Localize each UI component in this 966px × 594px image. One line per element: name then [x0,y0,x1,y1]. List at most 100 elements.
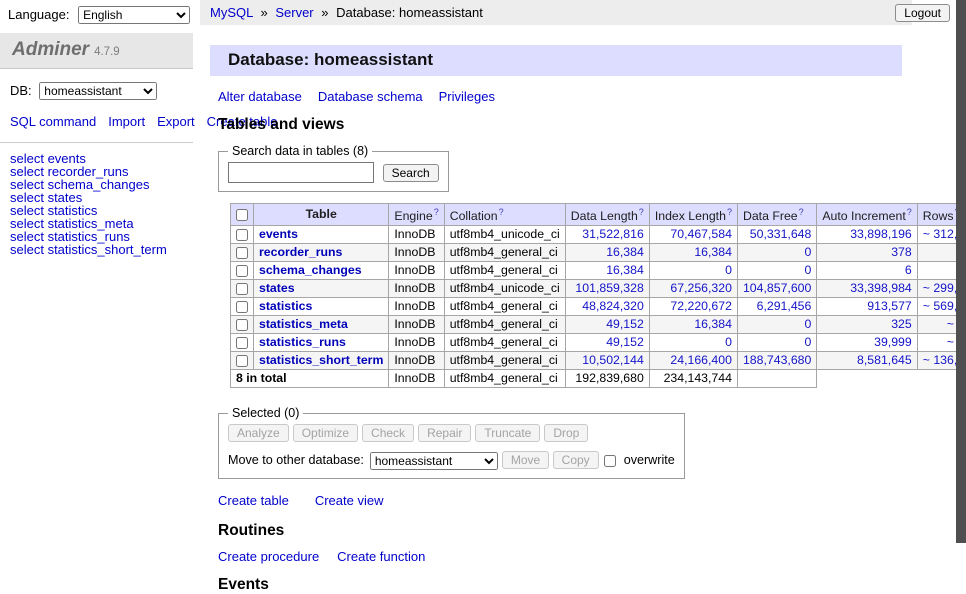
table-name-link[interactable]: statistics_short_term [259,353,383,367]
table-name-link[interactable]: schema_changes [259,263,362,277]
breadcrumb-mysql-link[interactable]: MySQL [210,5,253,20]
row-checkbox[interactable] [236,247,248,259]
column-header-label: Table [306,207,337,221]
table-name-link[interactable]: states [259,281,295,295]
search-button[interactable]: Search [383,164,439,182]
sidebar-table-link[interactable]: select statistics_runs [10,230,183,243]
db-select[interactable]: homeassistant [39,82,157,100]
help-icon[interactable]: ? [434,207,439,217]
sidebar-action-link[interactable]: Import [108,114,145,129]
index-length-link[interactable]: 0 [725,335,732,349]
auto-increment-link[interactable]: 913,577 [867,299,911,313]
language-select[interactable]: English [78,6,190,24]
breadcrumb-server-link[interactable]: Server [275,5,313,20]
data-free-link[interactable]: 0 [805,335,812,349]
row-checkbox[interactable] [236,229,248,241]
data-length-link[interactable]: 48,824,320 [582,299,644,313]
row-checkbox-cell [231,298,254,316]
auto-increment-link[interactable]: 325 [891,317,912,331]
sidebar-table-link[interactable]: select recorder_runs [10,165,183,178]
auto-increment-link[interactable]: 33,398,984 [850,281,912,295]
select-all-checkbox[interactable] [236,209,248,221]
sidebar-table-link[interactable]: select statistics_meta [10,217,183,230]
routines-links: Create procedure Create function [218,549,902,564]
logout-button[interactable]: Logout [895,4,950,22]
sidebar-action-link[interactable]: Export [157,114,195,129]
table-name-link[interactable]: statistics_runs [259,335,346,349]
row-checkbox[interactable] [236,283,248,295]
sidebar-table-link[interactable]: select statistics [10,204,183,217]
data-length-link[interactable]: 16,384 [606,263,644,277]
search-input[interactable] [228,162,374,183]
help-icon[interactable]: ? [799,207,804,217]
db-nav-link[interactable]: Privileges [439,89,495,104]
auto-increment-link[interactable]: 6 [905,263,912,277]
table-name-link[interactable]: events [259,227,298,241]
index-length-link[interactable]: 0 [725,263,732,277]
data-free-link[interactable]: 0 [805,245,812,259]
db-nav-link[interactable]: Database schema [318,89,423,104]
help-icon[interactable]: ? [499,207,504,217]
truncate-button[interactable]: Truncate [475,424,540,442]
index-length-link[interactable]: 72,220,672 [670,299,732,313]
optimize-button[interactable]: Optimize [293,424,358,442]
data-length-link[interactable]: 16,384 [606,245,644,259]
data-free-link[interactable]: 6,291,456 [757,299,812,313]
sidebar-action-link[interactable]: SQL command [10,114,96,129]
move-db-select[interactable]: homeassistant [370,452,498,470]
sidebar-table-link[interactable]: select schema_changes [10,178,183,191]
sidebar-table-link[interactable]: select statistics_short_term [10,243,183,256]
help-icon[interactable]: ? [639,207,644,217]
check-button[interactable]: Check [362,424,414,442]
vertical-scrollbar[interactable] [956,0,966,543]
engine-cell: InnoDB [389,352,444,370]
data-length-link[interactable]: 31,522,816 [582,227,644,241]
analyze-button[interactable]: Analyze [228,424,289,442]
db-nav-link[interactable]: Alter database [218,89,302,104]
row-checkbox[interactable] [236,355,248,367]
data-length-link[interactable]: 101,859,328 [575,281,643,295]
column-header-index-length: Index Length? [649,204,737,226]
data-free-link[interactable]: 0 [805,317,812,331]
row-checkbox[interactable] [236,301,248,313]
overwrite-checkbox[interactable] [604,455,616,467]
row-checkbox[interactable] [236,265,248,277]
help-icon[interactable]: ? [907,207,912,217]
copy-button[interactable]: Copy [553,451,599,469]
help-icon[interactable]: ? [727,207,732,217]
data-length-link[interactable]: 49,152 [606,335,644,349]
drop-button[interactable]: Drop [544,424,588,442]
table-name-link[interactable]: statistics_meta [259,317,348,331]
move-button[interactable]: Move [502,451,549,469]
table-name-link[interactable]: statistics [259,299,312,313]
index-length-link[interactable]: 24,166,400 [670,353,732,367]
row-checkbox[interactable] [236,319,248,331]
data-length-link[interactable]: 49,152 [606,317,644,331]
index-length-link[interactable]: 16,384 [694,245,732,259]
data-length-link[interactable]: 10,502,144 [582,353,644,367]
routines-link[interactable]: Create procedure [218,549,319,564]
bottom-link[interactable]: Create view [315,493,384,508]
auto-increment-link[interactable]: 33,898,196 [850,227,912,241]
bottom-link[interactable]: Create table [218,493,289,508]
table-name-link[interactable]: recorder_runs [259,245,342,259]
data-free-link[interactable]: 0 [805,263,812,277]
data-free-link[interactable]: 104,857,600 [743,281,811,295]
index-length-link[interactable]: 16,384 [694,317,732,331]
sidebar-action-links: SQL commandImportExportCreate table [0,100,193,143]
data-free-link[interactable]: 50,331,648 [750,227,812,241]
index-length-link[interactable]: 70,467,584 [670,227,732,241]
table-name-cell: events [254,226,389,244]
sidebar-table-link[interactable]: select events [10,152,183,165]
column-header-engine: Engine? [389,204,444,226]
auto-increment-link[interactable]: 8,581,645 [857,353,912,367]
repair-button[interactable]: Repair [418,424,471,442]
index-length-link[interactable]: 67,256,320 [670,281,732,295]
data-free-link[interactable]: 188,743,680 [743,353,811,367]
scrollbar-thumb[interactable] [956,0,966,543]
row-checkbox[interactable] [236,337,248,349]
auto-increment-link[interactable]: 378 [891,245,912,259]
routines-link[interactable]: Create function [337,549,425,564]
sidebar-table-link[interactable]: select states [10,191,183,204]
auto-increment-link[interactable]: 39,999 [874,335,912,349]
